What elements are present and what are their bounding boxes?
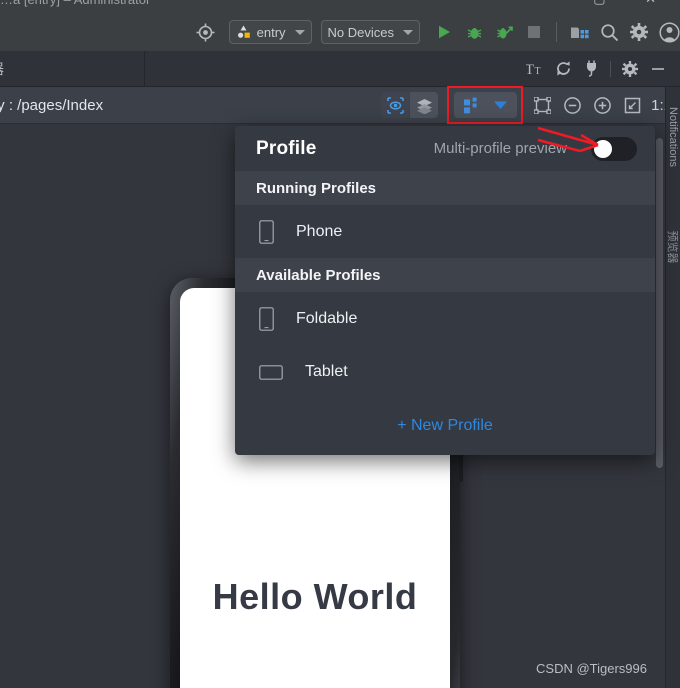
device-selector-label: No Devices	[327, 24, 394, 40]
profile-popup-header: Profile Multi-profile preview	[235, 126, 655, 171]
inspect-layers-group	[381, 92, 439, 118]
profile-dropdown-popup: Profile Multi-profile preview Running Pr…	[235, 126, 655, 455]
debug-button[interactable]	[459, 17, 489, 47]
tool-window-tab[interactable]: 器	[0, 50, 145, 87]
font-size-icon[interactable]: T T	[521, 55, 549, 83]
plug-icon[interactable]	[577, 55, 605, 83]
gear-icon[interactable]	[616, 55, 644, 83]
fit-to-screen-icon[interactable]	[617, 90, 647, 120]
inspector-eye-icon[interactable]	[381, 92, 410, 118]
preview-toolbar: try : /pages/Index	[0, 86, 680, 124]
chevron-down-icon[interactable]	[493, 100, 508, 110]
notifications-strip-label[interactable]: Notifications	[667, 107, 679, 167]
previewer-icon[interactable]	[564, 17, 594, 47]
module-selector[interactable]: entry	[228, 20, 312, 44]
grid-profiles-icon	[463, 97, 481, 114]
window-controls[interactable]: ▢ ✕	[593, 0, 674, 7]
stop-button[interactable]	[519, 17, 549, 47]
module-icon	[236, 24, 252, 40]
module-selector-label: entry	[256, 24, 286, 40]
device-selector[interactable]: No Devices	[320, 20, 420, 44]
zoom-out-icon[interactable]	[557, 90, 587, 120]
multi-profile-preview-label: Multi-profile preview	[433, 140, 567, 157]
watermark-text: CSDN @Tigers996	[536, 661, 647, 676]
profile-row-foldable[interactable]: Foldable	[235, 292, 655, 345]
main-toolbar: entry No Devices	[0, 13, 680, 51]
run-button[interactable]	[429, 17, 459, 47]
multi-profile-button[interactable]	[454, 92, 518, 118]
profile-popup-title: Profile	[256, 137, 317, 159]
search-icon[interactable]	[594, 17, 624, 47]
phone-portrait-icon	[259, 219, 274, 244]
preview-hello-text: Hello World	[212, 576, 418, 617]
tool-window-header: 器 T T	[0, 50, 680, 87]
minimize-icon[interactable]	[644, 55, 672, 83]
svg-text:T: T	[535, 66, 541, 77]
preview-path-label: try : /pages/Index	[0, 96, 104, 114]
profile-name: Foldable	[296, 309, 358, 327]
toggle-knob	[594, 139, 612, 158]
phone-portrait-icon	[259, 306, 274, 331]
section-available-profiles-heading: Available Profiles	[235, 258, 655, 292]
new-profile-link[interactable]: + New Profile	[397, 417, 493, 435]
right-tool-strip: Notifications 预览器	[665, 87, 680, 688]
tool-window-divider	[610, 60, 611, 77]
tool-window-actions: T T	[145, 51, 680, 87]
profile-debug-button[interactable]	[489, 17, 519, 47]
multi-profile-preview-toggle[interactable]	[591, 136, 637, 161]
tool-window-tab-label: 器	[0, 59, 4, 79]
target-icon[interactable]	[191, 17, 221, 47]
tablet-landscape-icon	[259, 363, 283, 381]
account-avatar-icon[interactable]	[654, 17, 680, 47]
svg-text:T: T	[526, 62, 534, 77]
profile-name: Phone	[296, 222, 343, 240]
profile-name: Tablet	[305, 362, 348, 380]
layers-icon[interactable]	[410, 92, 438, 118]
previewer-strip-label[interactable]: 预览器	[666, 231, 680, 264]
section-running-profiles-heading: Running Profiles	[235, 171, 655, 205]
chevron-down-icon	[294, 29, 305, 35]
frame-icon[interactable]	[527, 90, 557, 120]
new-profile-row: + New Profile	[235, 398, 655, 454]
refresh-icon[interactable]	[549, 55, 577, 83]
stage-scrollbar[interactable]	[656, 138, 663, 468]
window-titlebar: …a [entry] – Administrator ▢ ✕	[0, 0, 680, 13]
profile-row-tablet[interactable]: Tablet	[235, 345, 655, 398]
zoom-in-icon[interactable]	[587, 90, 617, 120]
settings-gear-icon[interactable]	[624, 17, 654, 47]
ide-window: …a [entry] – Administrator ▢ ✕	[0, 0, 680, 688]
toolbar-divider	[556, 22, 557, 42]
profile-row-phone[interactable]: Phone	[235, 205, 655, 258]
window-title: …a [entry] – Administrator	[0, 0, 150, 7]
chevron-down-icon	[403, 29, 413, 35]
multi-profile-control	[447, 86, 524, 124]
